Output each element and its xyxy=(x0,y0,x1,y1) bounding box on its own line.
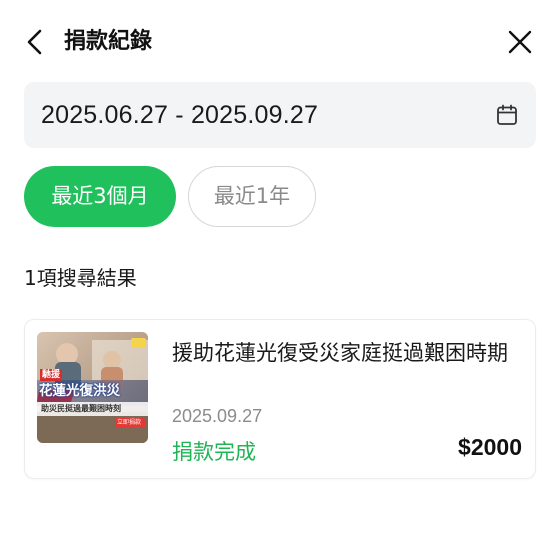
date-range-picker[interactable]: 2025.06.27 - 2025.09.27 xyxy=(24,82,536,148)
thumbnail-tag: 馳援 xyxy=(40,369,63,381)
donation-date: 2025.09.27 xyxy=(172,406,263,426)
donation-title: 援助花蓮光復受災家庭挺過艱困時期 xyxy=(172,341,508,365)
donation-thumbnail: 馳援 花蓮光復洪災 助災民挺過最艱困時刻 立即捐款 xyxy=(37,332,148,443)
back-button[interactable] xyxy=(20,26,52,58)
chip-last-1-year[interactable]: 最近1年 xyxy=(188,166,316,227)
chip-last-3-months[interactable]: 最近3個月 xyxy=(24,166,176,227)
calendar-icon xyxy=(497,104,517,125)
date-range-text: 2025.06.27 - 2025.09.27 xyxy=(41,101,319,129)
thumbnail-subline: 助災民挺過最艱困時刻 xyxy=(41,404,121,413)
close-icon xyxy=(508,30,532,54)
donation-status: 捐款完成 xyxy=(172,440,256,464)
result-count: 1項搜尋結果 xyxy=(24,266,137,290)
chevron-left-icon xyxy=(27,29,42,55)
donation-record-card[interactable]: 馳援 花蓮光復洪災 助災民挺過最艱困時刻 立即捐款 援助花蓮光復受災家庭挺過艱困… xyxy=(24,319,536,479)
page-title: 捐款紀錄 xyxy=(64,29,153,54)
donation-amount: $2000 xyxy=(458,434,522,460)
header: 捐款紀錄 xyxy=(0,0,560,84)
thumbnail-headline: 花蓮光復洪災 xyxy=(39,383,120,399)
thumbnail-button: 立即捐款 xyxy=(117,419,142,426)
close-button[interactable] xyxy=(504,26,536,58)
